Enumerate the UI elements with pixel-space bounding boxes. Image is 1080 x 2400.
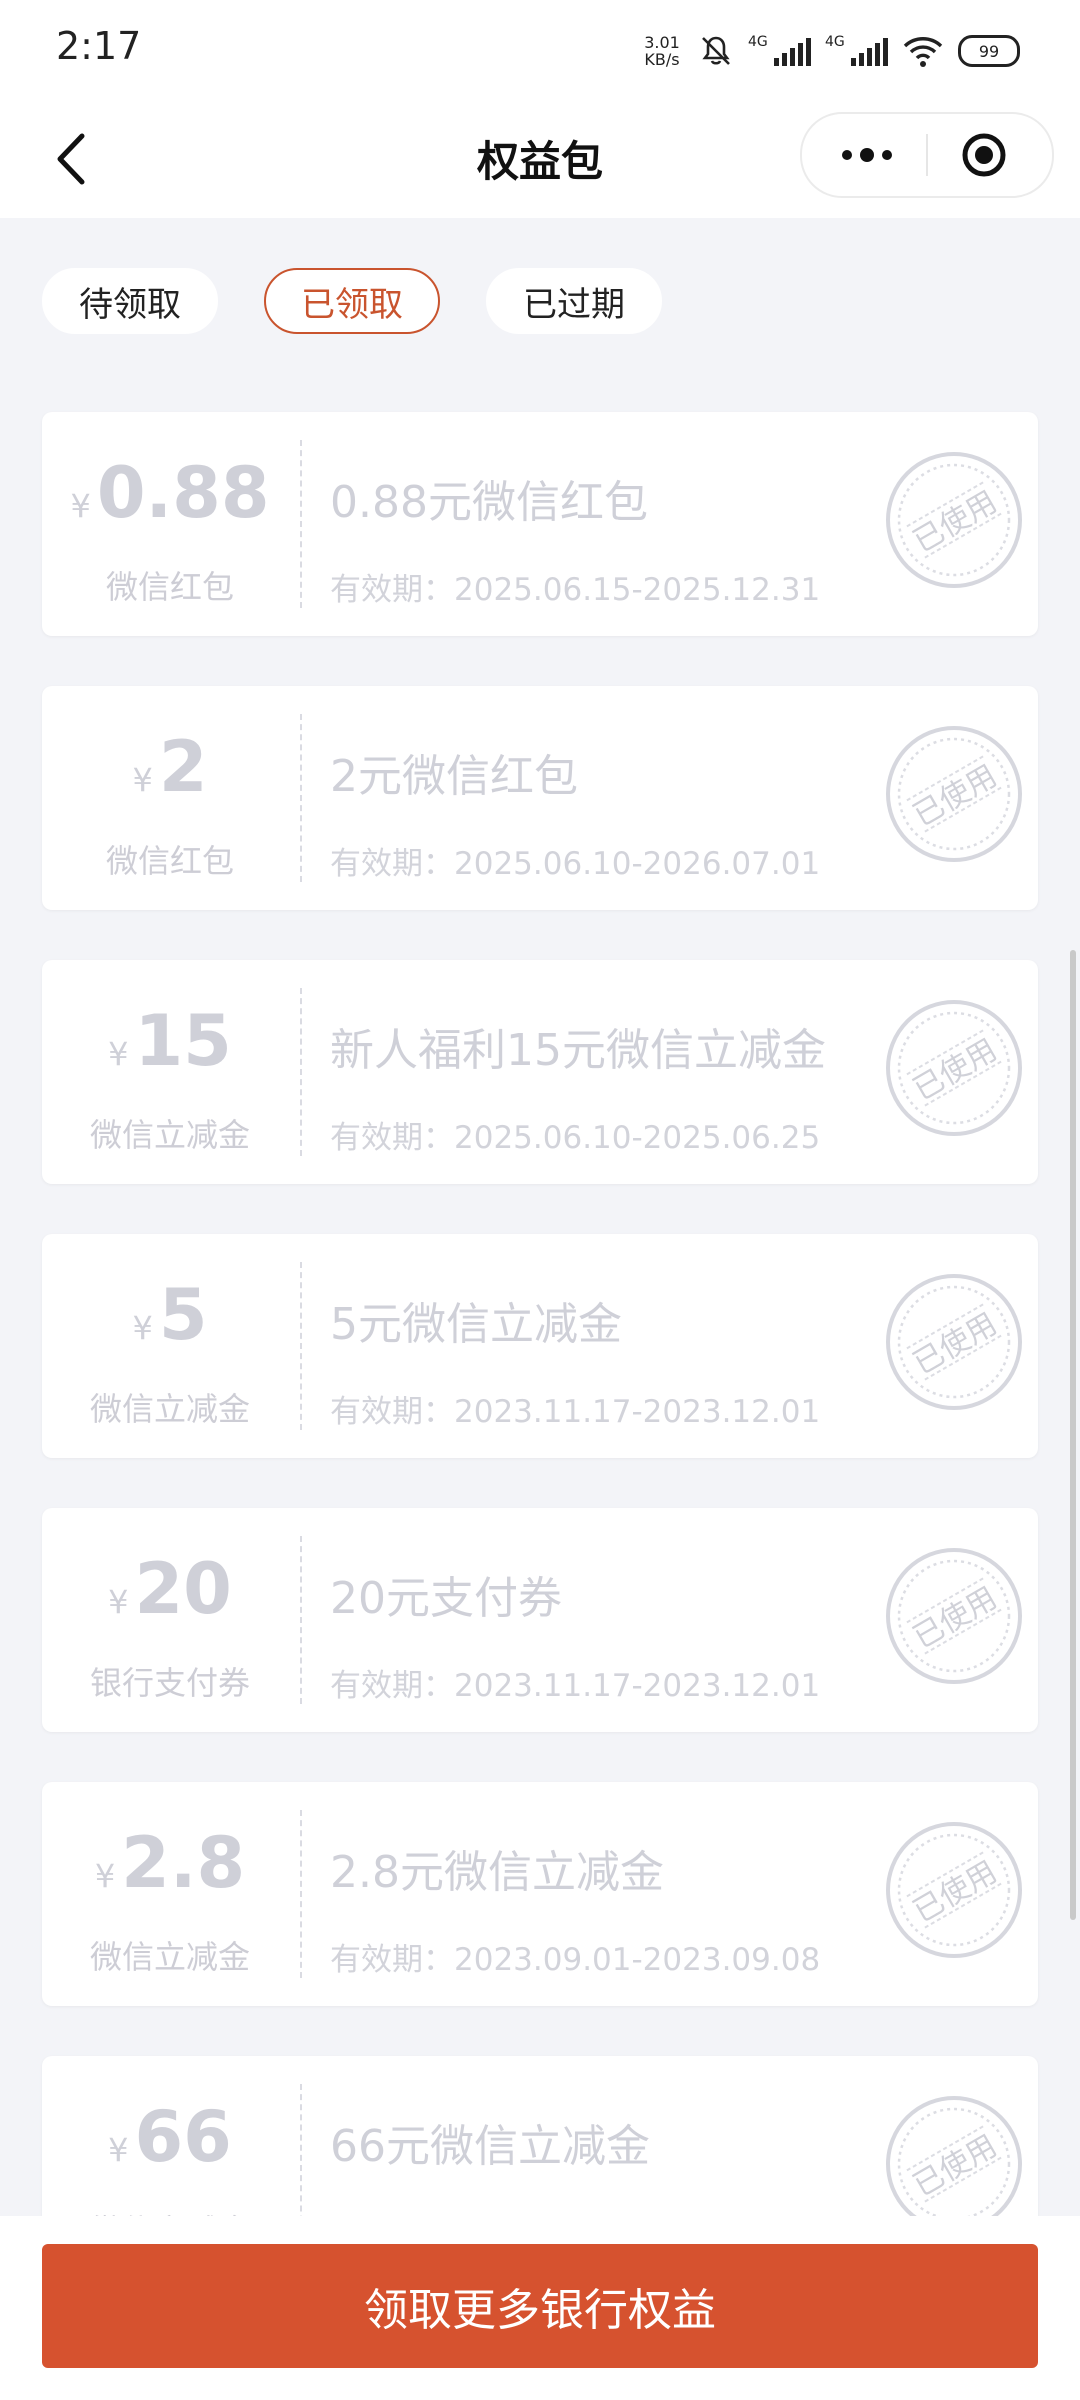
coupon-list: ¥ 0.88 微信红包 0.88元微信红包 有效期：2025.06.15-202… [42,412,1038,2330]
coupon-card[interactable]: ¥ 2.8 微信立减金 2.8元微信立减金 有效期：2023.09.01-202… [42,1782,1038,2006]
coupon-amount: ¥ 5 [42,1274,298,1356]
bell-muted-icon [702,36,730,65]
coupon-validity: 有效期：2025.06.10-2025.06.25 [330,1120,821,1156]
coupon-value-section: ¥ 15 微信立减金 [42,960,298,1184]
coupon-amount: ¥ 66 [42,2096,298,2178]
tab-pending[interactable]: 待领取 [42,268,218,334]
used-stamp-icon: 已使用 [886,1548,1022,1684]
amount-value: 2 [158,726,208,808]
coupon-validity: 有效期：2023.11.17-2023.12.01 [330,1668,821,1704]
battery-icon: 99 [958,35,1020,67]
currency-symbol: ¥ [108,1035,129,1073]
coupon-title: 2.8元微信立减金 [330,1847,664,1898]
used-stamp-icon: 已使用 [886,726,1022,862]
more-dots-icon[interactable] [832,132,902,178]
dashed-divider [300,988,302,1156]
dashed-divider [300,1810,302,1978]
scrollbar[interactable] [1070,950,1076,1920]
capsule-divider [926,134,928,176]
coupon-value-section: ¥ 5 微信立减金 [42,1234,298,1458]
used-stamp-icon: 已使用 [886,1000,1022,1136]
used-stamp-icon: 已使用 [886,1822,1022,1958]
dashed-divider [300,1536,302,1704]
coupon-title: 2元微信红包 [330,751,578,802]
coupon-amount: ¥ 20 [42,1548,298,1630]
used-stamp-icon: 已使用 [886,452,1022,588]
dashed-divider [300,1262,302,1430]
coupon-card[interactable]: ¥ 20 银行支付券 20元支付券 有效期：2023.11.17-2023.12… [42,1508,1038,1732]
svg-text:已使用: 已使用 [908,2129,1003,2204]
tab-received[interactable]: 已领取 [264,268,440,334]
amount-value: 5 [158,1274,208,1356]
coupon-card[interactable]: ¥ 2 微信红包 2元微信红包 有效期：2025.06.10-2026.07.0… [42,686,1038,910]
currency-symbol: ¥ [132,1309,153,1347]
amount-value: 2.8 [121,1822,246,1904]
status-tabs: 待领取 已领取 已过期 [42,268,662,334]
bottom-bar: 领取更多银行权益 [0,2216,1080,2400]
coupon-card[interactable]: ¥ 0.88 微信红包 0.88元微信红包 有效期：2025.06.15-202… [42,412,1038,636]
tab-expired[interactable]: 已过期 [486,268,662,334]
coupon-type: 微信红包 [105,842,234,880]
wifi-icon [903,37,943,67]
coupon-value-section: ¥ 0.88 微信红包 [42,412,298,636]
network-speed: 3.01 KB/s [644,33,680,69]
coupon-title: 66元微信立减金 [330,2121,650,2172]
coupon-value-section: ¥ 2 微信红包 [42,686,298,910]
used-stamp-icon: 已使用 [886,1274,1022,1410]
coupon-type: 微信红包 [105,568,234,606]
coupon-title: 0.88元微信红包 [330,477,648,528]
coupon-amount: ¥ 2.8 [42,1822,298,1904]
svg-text:已使用: 已使用 [908,485,1003,560]
coupon-title: 5元微信立减金 [330,1299,622,1350]
currency-symbol: ¥ [94,1857,116,1895]
claim-more-benefits-button[interactable]: 领取更多银行权益 [42,2244,1038,2368]
coupon-validity: 有效期：2025.06.15-2025.12.31 [330,572,821,608]
amount-value: 66 [134,2096,232,2178]
status-time: 2:17 [56,24,142,68]
coupon-card[interactable]: ¥ 5 微信立减金 5元微信立减金 有效期：2023.11.17-2023.12… [42,1234,1038,1458]
status-icons: 3.01 KB/s 4G 4G 99 [640,28,1020,74]
coupon-amount: ¥ 0.88 [42,452,298,534]
currency-symbol: ¥ [132,761,153,799]
coupon-type: 银行支付券 [89,1664,250,1702]
currency-symbol: ¥ [108,2131,129,2169]
dashed-divider [300,440,302,608]
signal-icon-sim1: 4G [748,34,811,66]
status-bar: 2:17 3.01 KB/s 4G 4G 99 [0,0,1080,100]
coupon-title: 20元支付券 [330,1573,562,1624]
coupon-type: 微信立减金 [89,1116,250,1154]
coupon-validity: 有效期：2023.09.01-2023.09.08 [330,1942,821,1978]
signal-icon-sim2: 4G [825,34,888,66]
coupon-validity: 有效期：2025.06.10-2026.07.01 [330,846,821,882]
svg-text:已使用: 已使用 [908,759,1003,834]
currency-symbol: ¥ [70,487,91,525]
coupon-value-section: ¥ 2.8 微信立减金 [42,1782,298,2006]
coupon-validity: 有效期：2023.11.17-2023.12.01 [330,1394,821,1430]
amount-value: 15 [134,1000,232,1082]
coupon-type: 微信立减金 [89,1390,250,1428]
currency-symbol: ¥ [108,1583,129,1621]
svg-text:已使用: 已使用 [908,1855,1003,1930]
svg-text:已使用: 已使用 [908,1581,1003,1656]
used-stamp-icon: 已使用 [886,2096,1022,2232]
coupon-card[interactable]: ¥ 15 微信立减金 新人福利15元微信立减金 有效期：2025.06.10-2… [42,960,1038,1184]
mini-program-capsule [800,112,1054,198]
svg-text:已使用: 已使用 [908,1033,1003,1108]
coupon-amount: ¥ 15 [42,1000,298,1082]
dashed-divider [300,714,302,882]
coupon-value-section: ¥ 20 银行支付券 [42,1508,298,1732]
svg-text:已使用: 已使用 [908,1307,1003,1382]
coupon-title: 新人福利15元微信立减金 [330,1025,826,1076]
target-icon[interactable] [960,131,1008,179]
nav-bar: 权益包 [0,100,1080,218]
amount-value: 20 [134,1548,232,1630]
amount-value: 0.88 [96,452,270,534]
coupon-amount: ¥ 2 [42,726,298,808]
coupon-type: 微信立减金 [89,1938,250,1976]
